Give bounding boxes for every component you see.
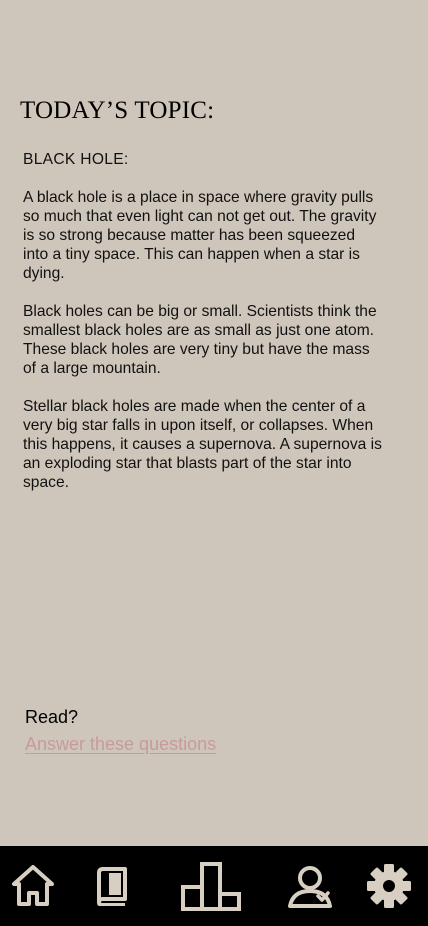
article-body: BLACK HOLE: A black hole is a place in s… [23, 150, 383, 511]
topic-screen: TODAY’S TOPIC: BLACK HOLE: A black hole … [0, 0, 428, 926]
gear-icon [366, 863, 412, 909]
answer-questions-link[interactable]: Answer these questions [25, 734, 216, 755]
home-icon [10, 863, 56, 909]
article-paragraph: Stellar black holes are made when the ce… [23, 398, 382, 491]
page-title: TODAY’S TOPIC: [20, 97, 215, 124]
bottom-nav-bar [0, 846, 428, 926]
nav-library-button[interactable] [90, 846, 134, 926]
profile-icon [285, 863, 333, 909]
article-paragraph: A black hole is a place in space where g… [23, 189, 377, 282]
read-prompt: Read? [25, 707, 79, 727]
book-icon [94, 866, 130, 906]
article-subtitle: BLACK HOLE: [23, 151, 129, 168]
article-paragraph: Black holes can be big or small. Scienti… [23, 303, 377, 377]
nav-home-button[interactable] [8, 846, 58, 926]
podium-icon [179, 861, 243, 911]
nav-leaderboard-button[interactable] [178, 846, 244, 926]
nav-profile-button[interactable] [284, 846, 334, 926]
nav-settings-button[interactable] [364, 846, 414, 926]
